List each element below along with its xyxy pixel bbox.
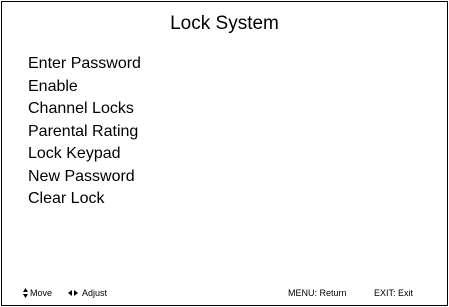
menu-item-enter-password[interactable]: Enter Password — [28, 53, 141, 76]
menu-item-parental-rating[interactable]: Parental Rating — [28, 121, 141, 144]
menu-item-enable[interactable]: Enable — [28, 76, 141, 99]
adjust-hint: Adjust — [68, 287, 107, 299]
menu-item-clear-lock[interactable]: Clear Lock — [28, 188, 141, 211]
menu-item-lock-keypad[interactable]: Lock Keypad — [28, 143, 141, 166]
return-hint: MENU: Return — [288, 287, 347, 299]
osd-frame: Lock System Enter Password Enable Channe… — [1, 1, 448, 306]
up-down-arrow-icon — [23, 288, 28, 298]
lock-system-menu: Enter Password Enable Channel Locks Pare… — [28, 53, 141, 211]
adjust-label: Adjust — [82, 288, 108, 298]
key-hint-bar: Move Adjust MENU: Return EXIT: Exit — [2, 287, 447, 299]
return-label: MENU: Return — [288, 288, 347, 298]
menu-item-channel-locks[interactable]: Channel Locks — [28, 98, 141, 121]
screen-title: Lock System — [170, 13, 279, 34]
menu-item-new-password[interactable]: New Password — [28, 166, 141, 189]
move-label: Move — [30, 288, 53, 298]
left-right-arrow-icon — [68, 290, 78, 296]
exit-label: EXIT: Exit — [374, 288, 414, 298]
move-hint: Move — [23, 287, 52, 299]
exit-hint: EXIT: Exit — [374, 287, 413, 299]
